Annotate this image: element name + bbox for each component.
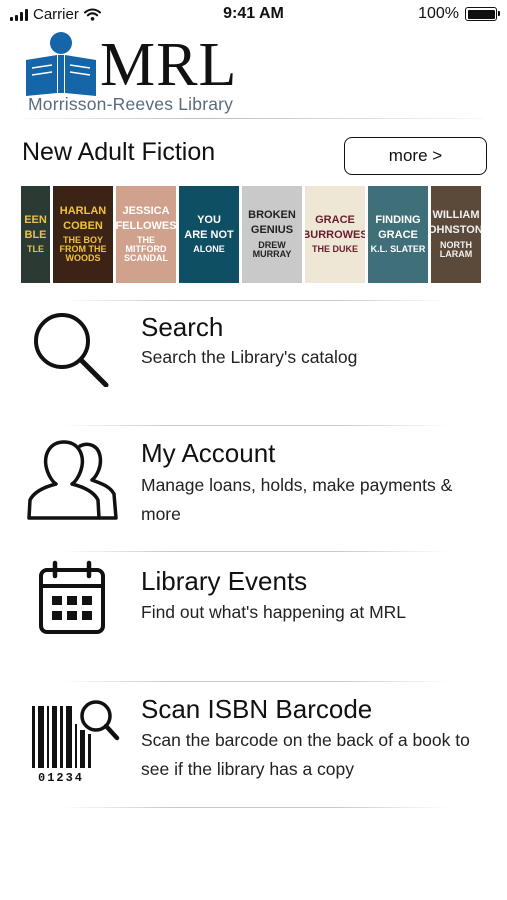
book-cover-text: FELLOWES [116,219,176,232]
book-cover[interactable]: BROKEN GENIUS DREW MURRAY [242,186,302,283]
menu-title: Search [141,312,224,342]
book-cover[interactable]: HARLAN COBEN THE BOY FROM THE WOODS [53,186,113,283]
book-cover-text: BURROWES [305,228,365,241]
book-cover[interactable]: FINDING GRACE K.L. SLATER [368,186,428,283]
book-cover[interactable]: WILLIAM JOHNSTONE NORTH LARAM [431,186,481,283]
book-cover-text: THE MITFORD SCANDAL [124,234,168,264]
book-cover-text: EEN [24,213,47,226]
book-cover-text: THE DUKE [311,244,358,255]
book-cover[interactable]: GRACE BURROWES THE DUKE [305,186,365,283]
menu-description: Search the Library's catalog [141,347,358,367]
book-cover-text: COBEN [63,219,103,232]
divider [60,300,450,301]
section-title: New Adult Fiction [22,138,216,166]
book-cover-text: BLE [24,228,47,241]
battery-icon [465,7,500,21]
menu-title: My Account [141,438,276,468]
barcode-digits: 01234 [38,771,85,785]
open-book-reader-icon [26,32,96,96]
book-cover-text: GRACE [378,228,418,241]
book-cover-text: TLE [27,244,44,255]
menu-description: Scan the barcode on the back of a book t… [141,730,470,779]
book-cover-text: GENIUS [250,224,294,237]
book-cover-text: NORTH LARAM [439,239,473,259]
menu-title: Library Events [141,566,308,596]
book-cover-text: ALONE [193,244,225,255]
book-cover-text: BROKEN [248,209,296,222]
book-cover-text: WILLIAM [432,209,480,222]
divider [60,807,450,808]
menu-item-search[interactable]: Search Search the Library's catalog [0,302,507,424]
book-cover-text: JOHNSTONE [431,224,481,237]
book-cover-text: GRACE [315,213,355,226]
status-right: 100% [418,5,500,23]
book-cover-text: DREW MURRAY [252,239,292,259]
logo-divider [24,118,484,119]
menu-description: Find out what's happening at MRL [141,602,407,622]
more-button[interactable]: more > [344,137,487,175]
book-cover[interactable]: YOU ARE NOT ALONE [179,186,239,283]
status-bar: Carrier 9:41 AM 100% [0,0,507,30]
book-cover[interactable]: EEN BLE TLE [21,186,50,283]
search-icon [34,313,109,387]
menu-title: Scan ISBN Barcode [141,694,373,724]
book-cover-text: HARLAN [59,204,107,217]
library-logo: MRL Morrisson-Reeves Library [24,28,484,120]
book-cover-text: JESSICA [122,204,170,217]
users-icon [27,440,118,520]
book-cover-text: K.L. SLATER [370,244,426,255]
logo-subtitle: Morrisson-Reeves Library [28,94,234,114]
book-cover[interactable]: JESSICA FELLOWES THE MITFORD SCANDAL [116,186,176,283]
book-cover-text: ARE NOT [184,228,234,241]
battery-percent: 100% [418,5,459,22]
calendar-icon [39,560,105,634]
book-cover-text: FINDING [375,213,421,226]
book-cover-text: YOU [197,213,221,226]
book-cover-text: THE BOY FROM THE WOODS [59,234,107,264]
book-cover-carousel[interactable]: EEN BLE TLE HARLAN COBEN THE BOY FROM THE WOO… [21,186,487,283]
menu-description: Manage loans, holds, make payments & mor… [141,475,453,524]
menu-item-scan-isbn[interactable]: 01234 Scan ISBN Barcode Scan the barcode… [0,682,507,806]
menu-item-my-account[interactable]: My Account Manage loans, holds, make pay… [0,426,507,550]
menu-item-library-events[interactable]: Library Events Find out what's happening… [0,552,507,680]
logo-letters: MRL [100,31,238,99]
